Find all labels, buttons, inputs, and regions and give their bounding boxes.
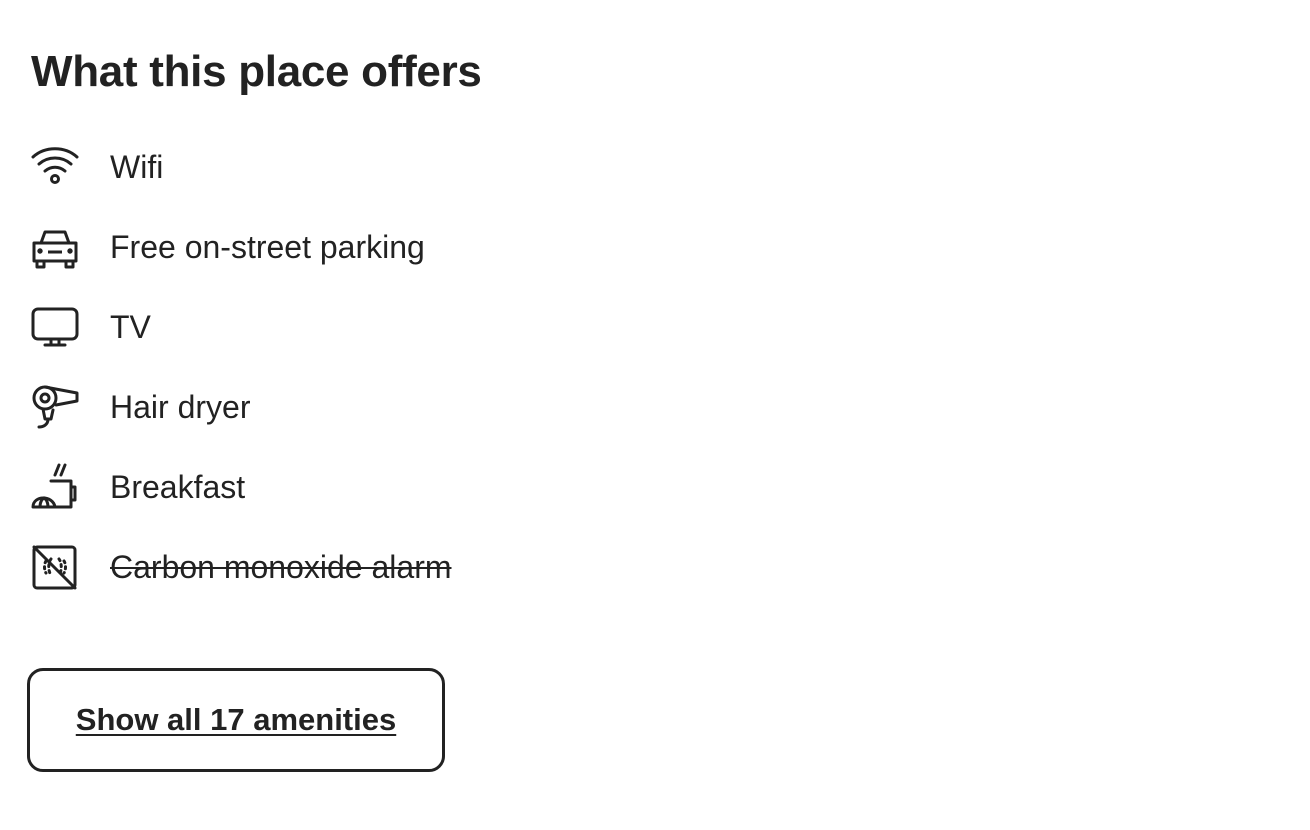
show-all-amenities-label: Show all 17 amenities [75, 702, 397, 737]
amenity-label: Hair dryer [110, 389, 251, 425]
carbon-monoxide-alarm-off-icon [31, 543, 79, 591]
amenity-label: Carbon monoxide alarm [110, 549, 452, 585]
amenity-item-breakfast: Breakfast [31, 463, 731, 511]
wifi-icon [31, 143, 79, 191]
section-title: What this place offers [31, 47, 482, 96]
amenity-item-tv: TV [31, 303, 731, 351]
amenity-label: Free on-street parking [110, 229, 425, 265]
amenity-item-wifi: Wifi [31, 143, 731, 191]
amenity-item-parking: Free on-street parking [31, 223, 731, 271]
amenity-item-hair-dryer: Hair dryer [31, 383, 731, 431]
amenity-label: TV [110, 309, 151, 345]
amenity-label: Breakfast [110, 469, 246, 505]
amenity-label: Wifi [110, 149, 164, 185]
breakfast-icon [31, 463, 79, 511]
amenity-item-carbon-monoxide-alarm: Carbon monoxide alarm [31, 543, 731, 591]
hair-dryer-icon [31, 383, 79, 431]
car-icon [31, 223, 79, 271]
tv-icon [31, 303, 79, 351]
show-all-amenities-button[interactable]: Show all 17 amenities [27, 668, 445, 772]
